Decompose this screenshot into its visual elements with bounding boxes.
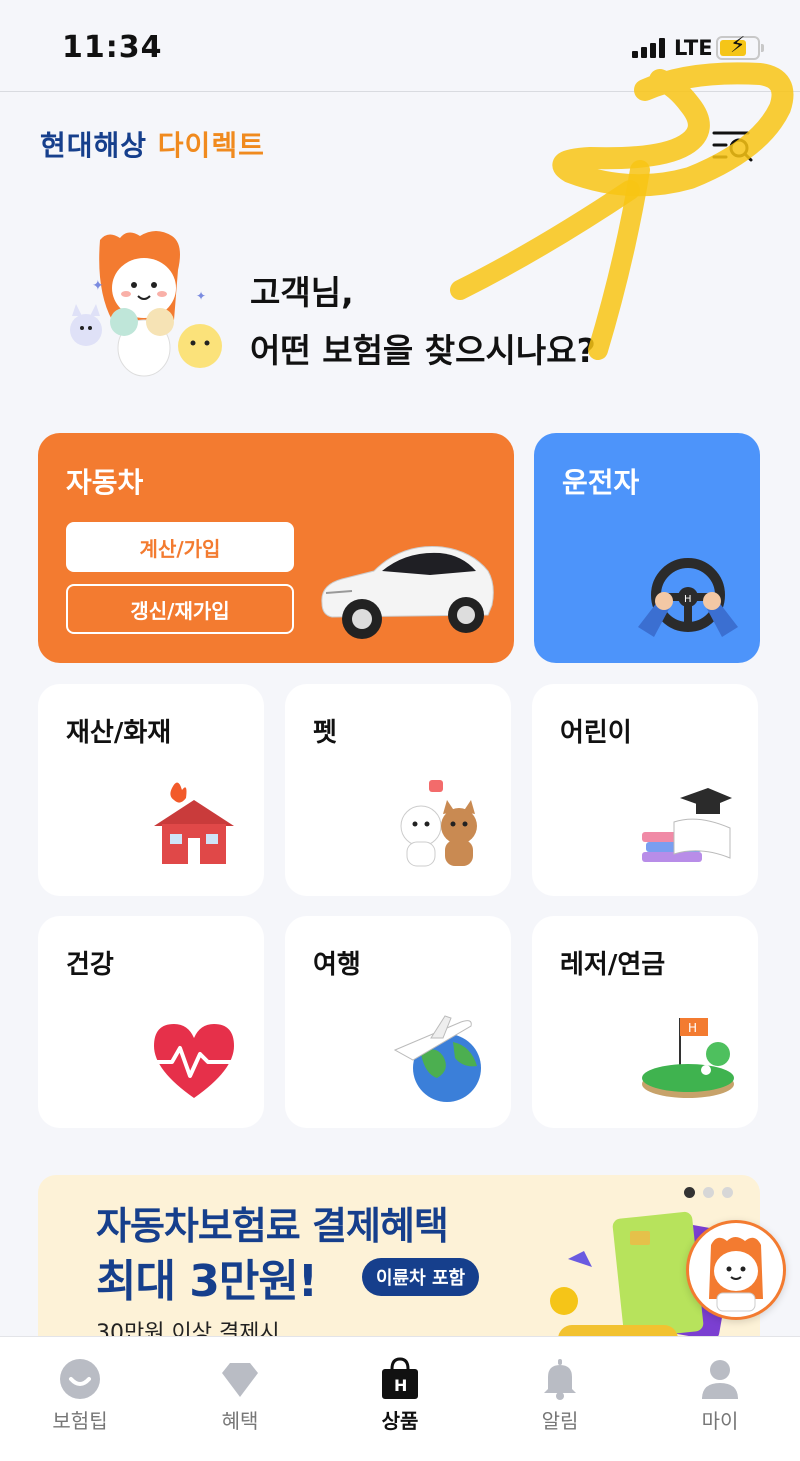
smile-icon bbox=[58, 1357, 102, 1401]
svg-text:H: H bbox=[684, 594, 692, 605]
pet-insurance-card[interactable]: 펫 bbox=[285, 684, 511, 896]
car-card-title: 자동차 bbox=[66, 466, 144, 499]
svg-text:✦: ✦ bbox=[92, 278, 104, 294]
leisure-pension-card[interactable]: 레저/연금 H bbox=[532, 916, 758, 1128]
nav-label: 상품 bbox=[381, 1409, 419, 1433]
heart-icon bbox=[144, 1008, 244, 1108]
svg-text:H: H bbox=[688, 1021, 697, 1035]
brand-logo[interactable]: 현대해상 다이렉트 bbox=[40, 124, 265, 164]
leisure-card-title: 레저/연금 bbox=[560, 950, 666, 980]
nav-label: 혜택 bbox=[221, 1409, 259, 1433]
health-card-title: 건강 bbox=[66, 950, 114, 980]
diamond-icon bbox=[218, 1357, 262, 1401]
driver-insurance-card[interactable]: 운전자 H bbox=[534, 433, 760, 663]
nav-products[interactable]: H 상품 bbox=[320, 1337, 480, 1461]
signal-icon bbox=[632, 38, 665, 58]
travel-insurance-card[interactable]: 여행 bbox=[285, 916, 511, 1128]
books-graduation-icon bbox=[638, 776, 738, 876]
driver-card-title: 운전자 bbox=[562, 466, 640, 499]
status-bar: 11:34 LTE ⚡ bbox=[0, 0, 800, 92]
nav-my[interactable]: 마이 bbox=[640, 1337, 800, 1461]
battery-icon: ⚡ bbox=[716, 35, 764, 60]
nav-label: 보험팁 bbox=[52, 1409, 108, 1433]
person-icon bbox=[698, 1357, 742, 1401]
nav-benefits[interactable]: 혜택 bbox=[160, 1337, 320, 1461]
child-insurance-card[interactable]: 어린이 bbox=[532, 684, 758, 896]
nav-notifications[interactable]: 알림 bbox=[480, 1337, 640, 1461]
greeting-line1: 고객님, bbox=[250, 273, 354, 312]
property-card-title: 재산/화재 bbox=[66, 718, 172, 748]
car-renew-button[interactable]: 갱신/재가입 bbox=[66, 584, 294, 634]
globe-airplane-icon bbox=[391, 1008, 491, 1108]
bottom-navigation: 보험팁 혜택 H 상품 알림 마이 bbox=[0, 1336, 800, 1461]
steering-wheel-icon: H bbox=[634, 557, 744, 652]
travel-card-title: 여행 bbox=[313, 950, 361, 980]
menu-search-icon[interactable] bbox=[712, 128, 756, 164]
logo-text-direct: 다이렉트 bbox=[157, 129, 265, 162]
child-card-title: 어린이 bbox=[560, 718, 632, 748]
car-insurance-card[interactable]: 자동차 계산/가입 갱신/재가입 bbox=[38, 433, 514, 663]
status-time: 11:34 bbox=[62, 30, 163, 65]
greeting-line2: 어떤 보험을 찾으시나요? bbox=[250, 331, 596, 370]
nav-label: 마이 bbox=[701, 1409, 739, 1433]
pet-icon bbox=[391, 776, 491, 876]
house-fire-icon bbox=[144, 776, 244, 876]
nav-label: 알림 bbox=[541, 1409, 579, 1433]
nav-insurance-tips[interactable]: 보험팁 bbox=[0, 1337, 160, 1461]
pet-card-title: 펫 bbox=[313, 718, 337, 748]
property-insurance-card[interactable]: 재산/화재 bbox=[38, 684, 264, 896]
bell-icon bbox=[538, 1357, 582, 1401]
network-type: LTE bbox=[674, 36, 713, 60]
health-insurance-card[interactable]: 건강 bbox=[38, 916, 264, 1128]
banner-highlight: 최대 3만원! bbox=[96, 1256, 318, 1307]
banner-badge: 이륜차 포함 bbox=[362, 1258, 480, 1296]
shopping-bag-icon: H bbox=[378, 1357, 422, 1401]
greeting-text: 고객님, 어떤 보험을 찾으시나요? bbox=[250, 264, 596, 380]
golf-icon: H bbox=[638, 1008, 738, 1108]
car-calc-button[interactable]: 계산/가입 bbox=[66, 522, 294, 572]
banner-headline: 자동차보험료 결제혜택 bbox=[96, 1204, 449, 1248]
chatbot-button[interactable] bbox=[686, 1220, 786, 1320]
svg-text:✦: ✦ bbox=[196, 289, 206, 303]
svg-text:H: H bbox=[394, 1376, 407, 1395]
logo-text-main: 현대해상 bbox=[40, 129, 148, 162]
car-icon bbox=[312, 533, 502, 648]
mascot-illustration: ✦ ✦ bbox=[56, 230, 236, 380]
